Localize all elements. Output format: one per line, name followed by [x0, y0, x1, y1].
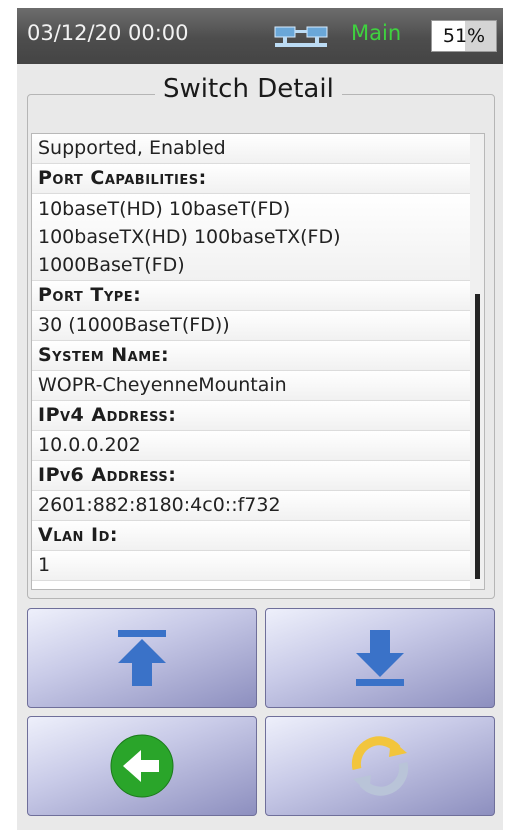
field-value: 30 (1000BaseT(FD)) — [32, 311, 470, 341]
scroll-to-bottom-button[interactable] — [265, 608, 495, 708]
refresh-cycle-icon — [351, 736, 409, 796]
arrow-up-to-bar-icon — [118, 630, 166, 686]
date-time: 03/12/20 00:00 — [27, 21, 189, 45]
field-value: 10.0.0.202 — [32, 431, 470, 461]
scrollbar-thumb[interactable] — [475, 294, 480, 579]
field-label: Port Capabilities: — [32, 164, 470, 194]
device-screen: 03/12/20 00:00 Main 51% Switch Detail Su… — [17, 8, 503, 830]
back-button[interactable] — [27, 716, 257, 816]
field-label: IPv6 Address: — [32, 461, 470, 491]
field-label: Vlan Id: — [32, 521, 470, 551]
field-value-line: 1000BaseT(FD) — [38, 254, 185, 276]
field-value-line: 100baseTX(HD) 100baseTX(FD) — [38, 226, 341, 248]
scroll-to-top-button[interactable] — [27, 608, 257, 708]
field-value-line: 10baseT(HD) 10baseT(FD) — [38, 198, 291, 220]
battery-percent: 51% — [442, 25, 486, 47]
field-value: 2601:882:8180:4c0::f732 — [32, 491, 470, 521]
scrollbar[interactable] — [470, 134, 484, 589]
detail-list[interactable]: Supported, Enabled Port Capabilities: 10ba… — [31, 133, 485, 590]
refresh-button[interactable] — [265, 716, 495, 816]
field-value: 1 — [32, 551, 470, 581]
battery-indicator: 51% — [431, 20, 497, 52]
field-label: Port Type: — [32, 281, 470, 311]
green-back-arrow-icon — [110, 734, 174, 798]
field-value: 10baseT(HD) 10baseT(FD) 100baseTX(HD) 100… — [32, 194, 470, 281]
status-bar: 03/12/20 00:00 Main 51% — [17, 8, 503, 64]
field-label: System Name: — [32, 341, 470, 371]
mode-label: Main — [351, 21, 402, 45]
detail-list-content: Supported, Enabled Port Capabilities: 10ba… — [32, 134, 470, 581]
arrow-down-to-bar-icon — [356, 630, 404, 686]
panel-title: Switch Detail — [155, 74, 342, 104]
field-value: WOPR-CheyenneMountain — [32, 371, 470, 401]
network-link-icon — [274, 26, 328, 47]
field-label: IPv4 Address: — [32, 401, 470, 431]
field-value: Supported, Enabled — [32, 134, 470, 164]
